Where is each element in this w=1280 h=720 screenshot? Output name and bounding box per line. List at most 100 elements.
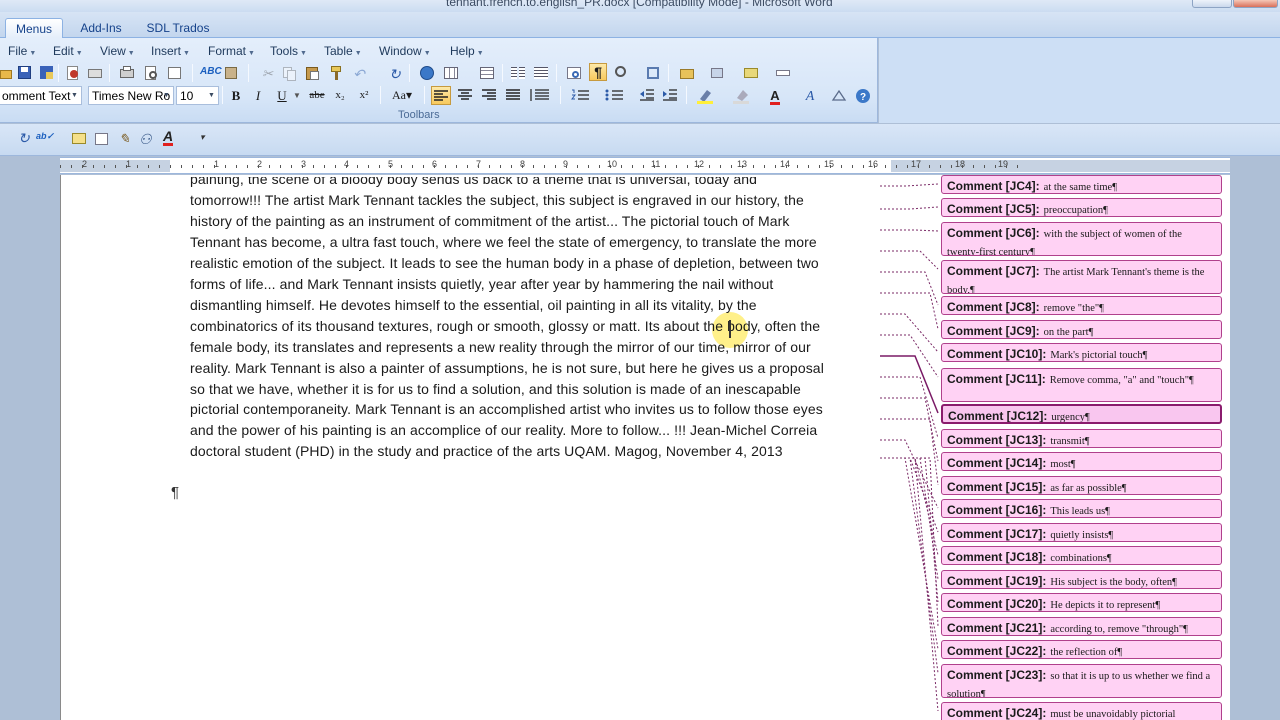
layout-icon[interactable] [166, 64, 184, 82]
italic-button[interactable]: I [248, 86, 268, 105]
document-line[interactable]: combinatorics of its thousand textures, … [190, 318, 820, 334]
folder-icon[interactable] [678, 64, 696, 82]
menu-insert[interactable]: Insert ▼ [151, 44, 190, 58]
document-line[interactable]: pictorial contemporaneity. Mark Tennant … [190, 401, 823, 417]
document-line[interactable]: Tennant has become, a ultra fast touch, … [190, 234, 817, 250]
tab-menus[interactable]: Menus [5, 18, 63, 39]
columns-icon[interactable] [509, 64, 527, 82]
comment-balloon[interactable]: Comment [JC15]: as far as possible¶ [941, 476, 1222, 495]
document-line[interactable]: dismantling himself. He devotes himself … [190, 297, 757, 313]
comment-balloon[interactable]: Comment [JC14]: most¶ [941, 452, 1222, 471]
comment-balloon[interactable]: Comment [JC12]: urgency¶ [941, 404, 1222, 424]
document-line[interactable]: so that we have, whether it is for us to… [190, 381, 801, 397]
document-line[interactable]: forms of life... and Mark Tennant insist… [190, 276, 773, 292]
comment-balloon[interactable]: Comment [JC16]: This leads us¶ [941, 499, 1222, 518]
tab-add-ins[interactable]: Add-Ins [72, 18, 130, 38]
menu-window[interactable]: Window ▼ [379, 44, 431, 58]
compare-icon[interactable]: ⚇ [137, 130, 155, 148]
justify-icon[interactable] [503, 86, 523, 105]
show-hide-icon[interactable]: ¶ [589, 63, 607, 81]
text-color-icon[interactable]: A [160, 129, 178, 148]
comment-balloon[interactable]: Comment [JC24]: must be unavoidably picto… [941, 702, 1222, 720]
hyperlink-icon[interactable] [418, 64, 436, 82]
track-changes-icon[interactable] [829, 86, 849, 105]
subscript-button[interactable]: x₂ [330, 86, 350, 105]
reviewing-pane-icon[interactable] [93, 130, 111, 148]
permission-icon[interactable] [38, 64, 56, 82]
document-line[interactable]: doctoral student (PHD) in the study and … [190, 443, 783, 459]
comment-balloon[interactable]: Comment [JC11]: Remove comma, "a" and "to… [941, 368, 1222, 402]
options-icon[interactable] [774, 64, 792, 82]
styles-icon[interactable] [709, 64, 727, 82]
minimize-button[interactable] [1192, 0, 1232, 8]
comment-balloon[interactable]: Comment [JC20]: He depicts it to represen… [941, 593, 1222, 612]
document-line[interactable]: reality. Mark Tennant is also a painter … [190, 360, 824, 376]
highlight-icon[interactable] [742, 64, 760, 82]
undo-icon[interactable]: ↶ [350, 64, 368, 82]
style-dropdown[interactable]: omment Text ▼ [0, 86, 82, 105]
bullets-icon[interactable] [602, 86, 628, 105]
styles-format-icon[interactable]: A [798, 86, 822, 105]
print-icon[interactable] [118, 64, 136, 82]
accept-icon[interactable]: ✎ [116, 130, 134, 148]
comment-icon[interactable] [70, 130, 88, 148]
strikethrough-button[interactable]: abe [307, 86, 327, 105]
decrease-indent-icon[interactable] [637, 86, 657, 105]
line-spacing-icon[interactable] [527, 86, 551, 105]
document-line[interactable]: and the power of his painting is an acco… [190, 422, 817, 438]
font-color-icon[interactable]: A [763, 86, 787, 105]
numbering-icon[interactable] [568, 86, 594, 105]
paste-icon[interactable] [303, 64, 321, 82]
comment-balloon[interactable]: Comment [JC17]: quietly insists¶ [941, 523, 1222, 542]
comment-balloon[interactable]: Comment [JC8]: remove "the"¶ [941, 296, 1222, 315]
document-map-icon[interactable] [565, 64, 583, 82]
copy-icon[interactable] [280, 64, 298, 82]
comment-balloon[interactable]: Comment [JC18]: combinations¶ [941, 546, 1222, 565]
zoom-icon[interactable] [613, 64, 631, 82]
menu-edit[interactable]: Edit ▼ [53, 44, 83, 58]
open-icon[interactable] [0, 64, 16, 82]
spelling-icon[interactable]: ABC [199, 64, 222, 82]
save-icon[interactable] [16, 64, 34, 82]
preview-icon[interactable] [142, 64, 160, 82]
comment-balloon[interactable]: Comment [JC23]: so that it is up to us wh… [941, 664, 1222, 698]
document-line[interactable]: tomorrow!!! The artist Mark Tennant tack… [190, 192, 804, 208]
tab-sdl-trados[interactable]: SDL Trados [140, 18, 216, 38]
menu-format[interactable]: Format ▼ [208, 44, 255, 58]
tables-borders-icon[interactable] [442, 64, 460, 82]
full-screen-icon[interactable] [644, 64, 662, 82]
redo-icon[interactable]: ↻ [386, 64, 404, 82]
menu-file[interactable]: File ▼ [8, 44, 36, 58]
pdf-icon[interactable] [64, 64, 82, 82]
change-case-button[interactable]: Aa▾ [388, 86, 416, 105]
document-line[interactable]: female body, its translates and represen… [190, 339, 811, 355]
menu-tools[interactable]: Tools ▼ [270, 44, 307, 58]
insert-table-icon[interactable] [478, 64, 496, 82]
document-line[interactable]: history of the painting as an instrument… [190, 213, 789, 229]
format-painter-icon[interactable] [327, 64, 345, 82]
align-left-icon[interactable] [431, 86, 451, 105]
menu-table[interactable]: Table ▼ [324, 44, 362, 58]
increase-indent-icon[interactable] [660, 86, 680, 105]
menu-help[interactable]: Help ▼ [450, 44, 484, 58]
font-size-dropdown[interactable]: 10 ▼ [176, 86, 219, 105]
close-button[interactable] [1233, 0, 1278, 8]
comment-balloon[interactable]: Comment [JC7]: The artist Mark Tennant's … [941, 260, 1222, 294]
research-icon[interactable] [222, 64, 240, 82]
align-right-icon[interactable] [479, 86, 499, 105]
horizontal-ruler[interactable]: 2 1 1 2 3 4 5 6 7 8 9 10 11 12 13 14 15 16 17 18 19 [60, 157, 1230, 174]
bold-button[interactable]: B [226, 86, 246, 105]
comment-balloon[interactable]: Comment [JC5]: preoccupation¶ [941, 198, 1222, 217]
comment-balloon[interactable]: Comment [JC4]: at the same time¶ [941, 175, 1222, 194]
comment-balloon[interactable]: Comment [JC6]: with the subject of women … [941, 222, 1222, 256]
print-preview-icon[interactable] [86, 64, 104, 82]
align-center-icon[interactable] [455, 86, 475, 105]
comment-balloon[interactable]: Comment [JC13]: transmit¶ [941, 429, 1222, 448]
comment-balloon[interactable]: Comment [JC21]: according to, remove "thr… [941, 617, 1222, 636]
help-icon[interactable]: ? [853, 86, 873, 105]
drawing-icon[interactable] [532, 64, 550, 82]
cut-icon[interactable]: ✂ [258, 64, 276, 82]
document-line[interactable]: realistic emotion of the subject. It lea… [190, 255, 819, 271]
shading-icon[interactable] [730, 86, 754, 105]
comment-balloon[interactable]: Comment [JC10]: Mark's pictorial touch¶ [941, 343, 1222, 362]
